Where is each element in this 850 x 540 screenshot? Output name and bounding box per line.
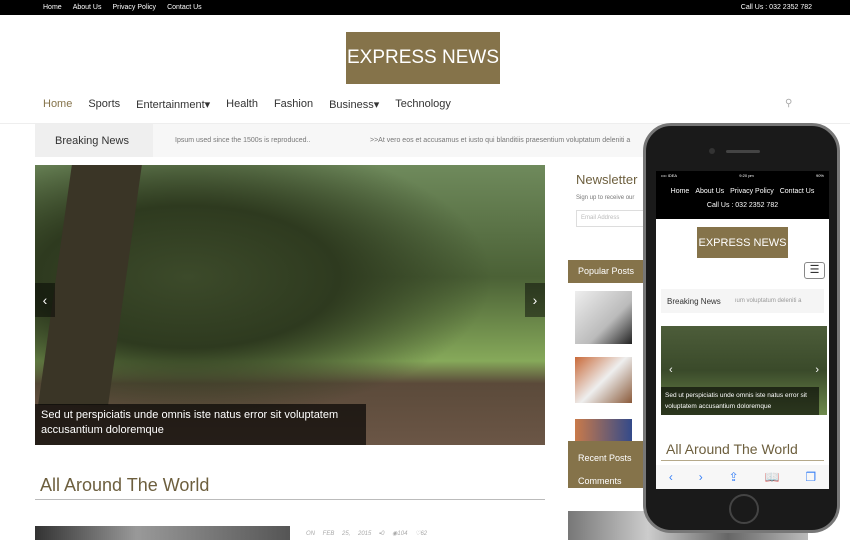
post-thumbnail[interactable] bbox=[575, 419, 632, 441]
call-us: Call Us : 032 2352 782 bbox=[740, 4, 812, 11]
post-date: ON FEB 25, 2015 bbox=[306, 531, 372, 537]
share-icon[interactable]: ⇪ bbox=[729, 470, 739, 484]
phone-logo[interactable]: EXPRESS NEWS bbox=[697, 227, 788, 258]
phone-section-title: All Around The World bbox=[666, 441, 798, 457]
next-arrow-icon[interactable]: › bbox=[815, 364, 819, 376]
top-bar: Home About Us Privacy Policy Contact Us … bbox=[0, 0, 850, 15]
camera-icon bbox=[709, 148, 715, 154]
breaking-item[interactable]: Ipsum used since the 1500s is reproduced… bbox=[175, 137, 370, 144]
view-count: 104 bbox=[397, 531, 408, 537]
top-link-about[interactable]: About Us bbox=[73, 4, 102, 11]
nav-sports[interactable]: Sports bbox=[88, 98, 120, 111]
newsletter-title: Newsletter bbox=[576, 172, 638, 187]
speaker-icon bbox=[726, 150, 760, 153]
post-thumbnail[interactable] bbox=[35, 526, 290, 540]
comment-count: 0 bbox=[381, 531, 385, 537]
home-button[interactable] bbox=[729, 494, 759, 524]
tabs-icon[interactable]: ❐ bbox=[805, 470, 816, 484]
back-icon[interactable]: ‹ bbox=[669, 470, 673, 484]
time: 9:20 pm bbox=[739, 173, 754, 178]
newsletter-text: Sign up to receive our bbox=[576, 195, 635, 201]
main-nav: Home Sports Entertainment▾ Health Fashio… bbox=[43, 98, 467, 111]
post-thumbnail[interactable] bbox=[575, 357, 632, 403]
breaking-news-label: Breaking News bbox=[35, 124, 153, 157]
post-meta: ON FEB 25, 2015 ▪0 ◉104 ♡62 bbox=[306, 531, 428, 537]
nav-business[interactable]: Business▾ bbox=[329, 98, 379, 111]
phone-breaking-bar: Breaking News ıum voluptatum deleniti a bbox=[661, 289, 824, 313]
like-count: 62 bbox=[420, 531, 428, 537]
hamburger-menu-icon[interactable]: ☰ bbox=[804, 262, 825, 279]
bookmarks-icon[interactable]: 📖 bbox=[765, 470, 780, 484]
slide-caption[interactable]: Sed ut perspiciatis unde omnis iste natu… bbox=[35, 404, 366, 445]
post-thumbnail[interactable] bbox=[575, 291, 632, 344]
divider bbox=[661, 460, 824, 461]
section-title: All Around The World bbox=[40, 475, 210, 495]
nav-entertainment[interactable]: Entertainment▾ bbox=[136, 98, 210, 111]
forward-icon[interactable]: › bbox=[699, 470, 703, 484]
phone-breaking-label: Breaking News bbox=[667, 296, 721, 306]
next-arrow-icon[interactable]: › bbox=[525, 283, 545, 317]
logo[interactable]: EXPRESS NEWS bbox=[346, 32, 500, 84]
breaking-item[interactable]: >>At vero eos et accusamus et iusto qui … bbox=[370, 137, 630, 144]
nav-home[interactable]: Home bbox=[43, 98, 72, 111]
prev-arrow-icon[interactable]: ‹ bbox=[669, 364, 673, 376]
phone-breaking-item[interactable]: ıum voluptatum deleniti a bbox=[735, 298, 802, 304]
breaking-news-bar: Breaking News Ipsum used since the 1500s… bbox=[35, 124, 675, 157]
phone-link-contact[interactable]: Contact Us bbox=[780, 188, 815, 195]
prev-arrow-icon[interactable]: ‹ bbox=[35, 283, 55, 317]
battery: 90% bbox=[815, 173, 824, 178]
phone-link-privacy[interactable]: Privacy Policy bbox=[730, 188, 774, 195]
comments-tab[interactable]: Comments bbox=[578, 470, 648, 493]
top-link-home[interactable]: Home bbox=[43, 4, 62, 11]
top-link-privacy[interactable]: Privacy Policy bbox=[112, 4, 156, 11]
recent-posts-tab[interactable]: Recent Posts bbox=[578, 447, 648, 470]
carrier: •••• IDEA bbox=[661, 173, 678, 178]
nav-fashion[interactable]: Fashion bbox=[274, 98, 313, 111]
divider bbox=[35, 499, 545, 500]
hero-slider[interactable]: ‹ › Sed ut perspiciatis unde omnis iste … bbox=[35, 165, 545, 445]
nav-technology[interactable]: Technology bbox=[395, 98, 451, 111]
phone-mockup: •••• IDEA 9:20 pm 90% Home About Us Privacy … bbox=[643, 123, 840, 533]
phone-slide-caption[interactable]: Sed ut perspiciatis unde omnis iste natu… bbox=[661, 387, 819, 415]
phone-link-home[interactable]: Home bbox=[671, 188, 690, 195]
phone-call-us: Call Us : 032 2352 782 bbox=[706, 202, 779, 209]
phone-screen: •••• IDEA 9:20 pm 90% Home About Us Privacy … bbox=[656, 171, 829, 489]
browser-toolbar: ‹ › ⇪ 📖 ❐ bbox=[656, 465, 829, 489]
phone-slider[interactable]: ‹ › Sed ut perspiciatis unde omnis iste … bbox=[661, 326, 827, 415]
top-link-contact[interactable]: Contact Us bbox=[167, 4, 202, 11]
nav-health[interactable]: Health bbox=[226, 98, 258, 111]
phone-link-about[interactable]: About Us bbox=[695, 188, 724, 195]
phone-top-bar: Home About Us Privacy Policy Contact Us Cal… bbox=[656, 181, 829, 219]
search-icon[interactable]: ⚲ bbox=[785, 98, 792, 109]
status-bar: •••• IDEA 9:20 pm 90% bbox=[656, 171, 829, 181]
